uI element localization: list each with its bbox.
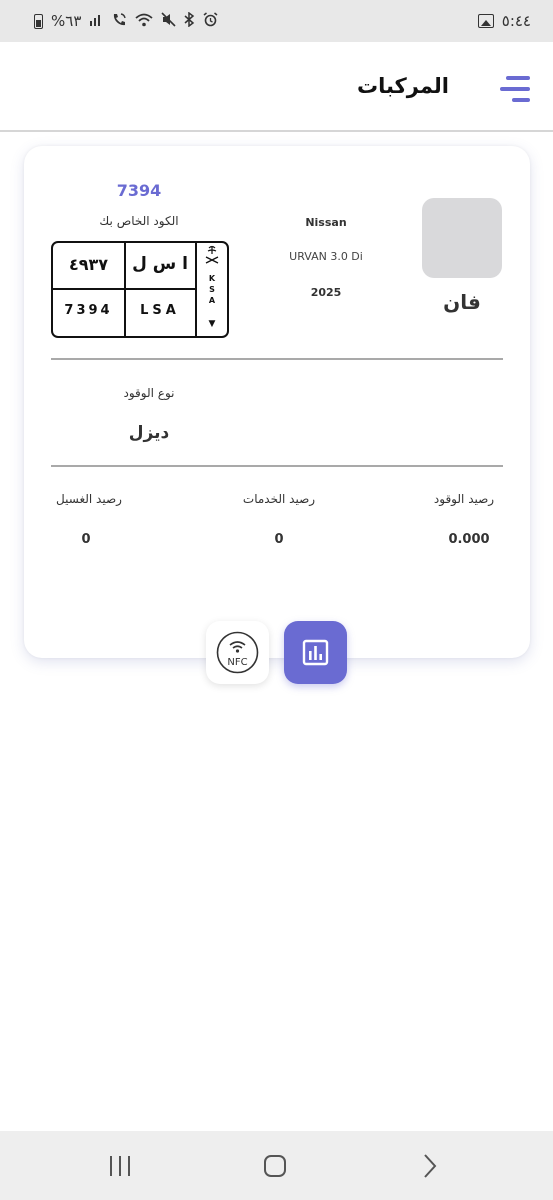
- battery-icon: [34, 13, 43, 29]
- fuel-balance-label: رصيد الوقود: [433, 492, 495, 506]
- hamburger-menu-icon[interactable]: [494, 76, 530, 106]
- saudi-emblem-icon: [197, 245, 227, 269]
- plate-arabic-numbers: ٤٩٣٧: [68, 255, 109, 274]
- wash-balance-label: رصيد الغسيل: [56, 492, 122, 506]
- home-icon[interactable]: [255, 1151, 295, 1181]
- services-balance-value: 0: [274, 532, 284, 547]
- nfc-icon: NFC: [216, 631, 259, 674]
- fuel-type-label: نوع الوقود: [123, 386, 175, 400]
- signal-icon: [89, 13, 103, 30]
- divider: [51, 358, 503, 360]
- mute-icon: [161, 12, 176, 30]
- clock: ٥:٤٤: [501, 12, 531, 30]
- call-wifi-icon: [111, 12, 127, 31]
- services-balance-label: رصيد الخدمات: [242, 492, 316, 506]
- vehicle-card[interactable]: فان Nissan URVAN 3.0 Di 2025 7394 الكود …: [24, 146, 530, 658]
- nfc-label: NFC: [227, 657, 247, 668]
- vehicle-year: 2025: [310, 286, 342, 299]
- bar-chart-icon: [302, 639, 329, 666]
- recents-icon[interactable]: [100, 1151, 140, 1181]
- statistics-button[interactable]: [284, 621, 347, 684]
- app-header: المركبات: [0, 42, 553, 132]
- plate-english-letters: LSA: [140, 303, 180, 318]
- plate-english-numbers: 7394: [64, 303, 113, 318]
- status-right: ٥:٤٤: [477, 12, 531, 30]
- system-nav-bar: [0, 1131, 553, 1200]
- code-label: الكود الخاص بك: [99, 214, 179, 228]
- fuel-type-value: ديزل: [128, 423, 170, 443]
- page-title: المركبات: [357, 74, 449, 98]
- vehicle-type: فان: [443, 290, 481, 314]
- back-icon[interactable]: [410, 1151, 450, 1181]
- battery-percent: %٦٣: [51, 12, 82, 30]
- license-plate: ٤٩٣٧ ا س ل 7394 LSA K S A ▼: [51, 241, 229, 338]
- wifi-icon: [135, 13, 153, 30]
- fuel-balance-value: 0.000: [448, 532, 490, 547]
- status-left: %٦٣: [34, 11, 218, 31]
- plate-arabic-letters: ا س ل: [132, 254, 188, 274]
- vehicle-model: URVAN 3.0 Di: [289, 250, 363, 263]
- vehicle-make: Nissan: [305, 216, 347, 229]
- plate-arrow: ▼: [208, 319, 216, 329]
- wash-balance-value: 0: [81, 532, 91, 547]
- status-bar: %٦٣ ٥:٤٤: [0, 0, 553, 42]
- gallery-icon: [477, 14, 494, 28]
- divider: [51, 465, 503, 467]
- plate-country: K S A: [208, 274, 216, 305]
- alarm-icon: [203, 12, 218, 30]
- code-value: 7394: [116, 181, 162, 200]
- vehicle-image: [422, 198, 502, 278]
- nfc-button[interactable]: NFC: [206, 621, 269, 684]
- bluetooth-icon: [184, 11, 195, 30]
